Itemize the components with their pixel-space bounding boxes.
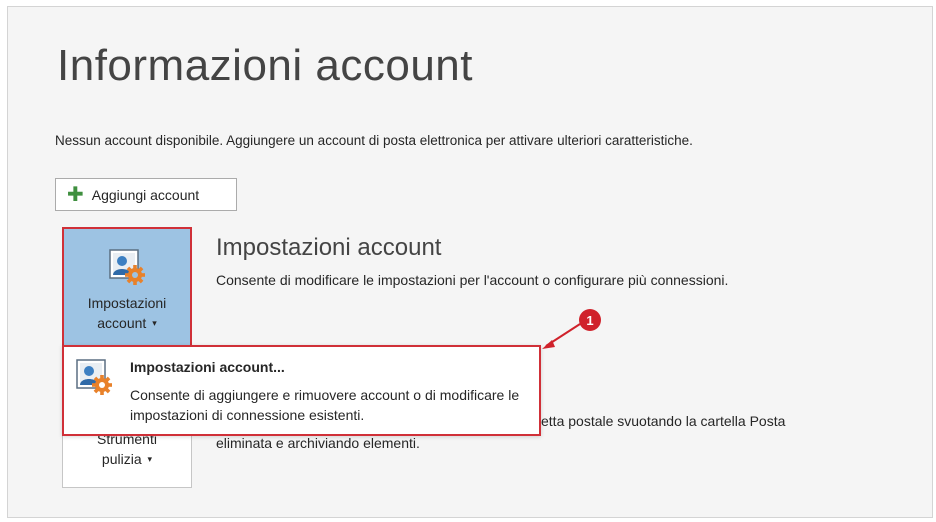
account-settings-tile-label: Impostazioni account ▾ [87,295,167,331]
chevron-down-icon: ▾ [147,454,153,464]
dropdown-item-description: Consente di aggiungere e rimuovere accou… [130,387,520,423]
account-settings-icon [107,247,147,287]
cleanup-description: etta postale svuotando la cartella Posta [541,413,786,429]
add-account-label: Aggiungi account [91,186,200,203]
account-settings-icon [74,357,114,397]
account-settings-title: Impostazioni account [216,234,442,261]
annotation-badge: 1 [579,309,601,331]
cleanup-description-line2: eliminata e archiviando elementi. [216,435,420,451]
dropdown-item-title: Impostazioni account... [130,359,285,375]
account-settings-tile[interactable]: Impostazioni account ▾ [62,227,192,349]
account-settings-dropdown: Impostazioni account... Consente di aggi… [62,345,541,436]
account-settings-description: Consente di modificare le impostazioni p… [216,272,729,288]
no-account-message: Nessun account disponibile. Aggiungere u… [55,133,693,148]
chevron-down-icon: ▾ [152,318,157,328]
page-title: Informazioni account [57,41,473,90]
dropdown-item-account-settings[interactable]: Impostazioni account... Consente di aggi… [64,347,539,434]
plus-icon: ✚ [67,183,84,206]
add-account-button[interactable]: ✚ Aggiungi account [55,178,237,211]
